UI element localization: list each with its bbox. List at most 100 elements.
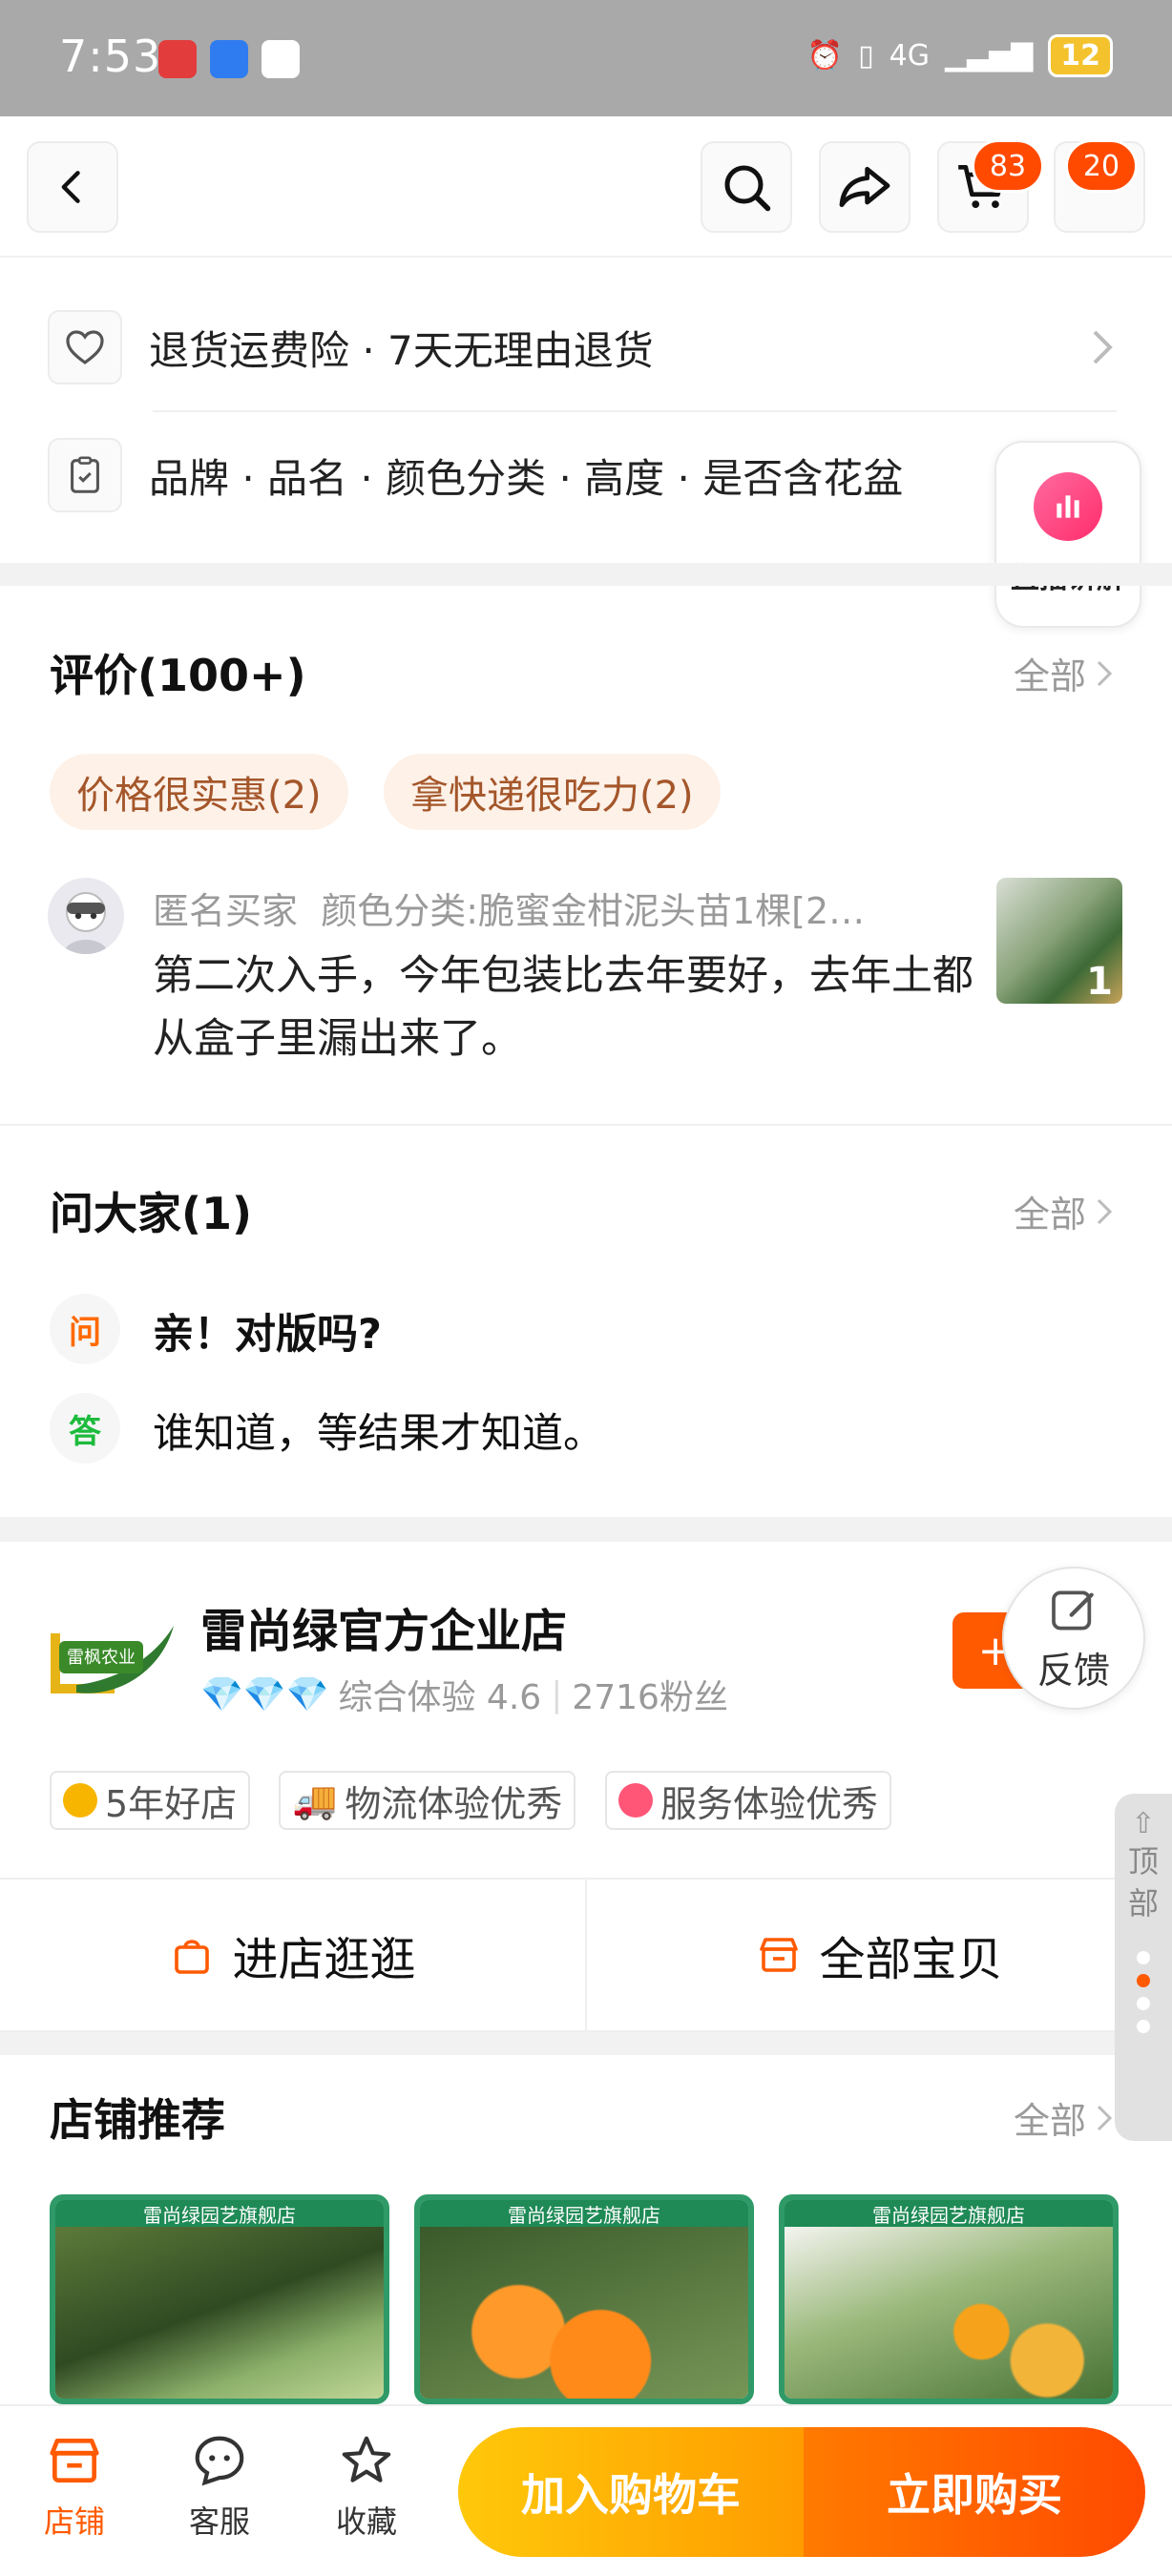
favorite-tab[interactable]: 收藏 [309, 2431, 424, 2542]
qa-all-label: 全部 [1013, 1194, 1086, 1236]
chat-face-icon [195, 2436, 244, 2486]
recommend-card-header: 雷尚绿园艺旗舰店 [55, 2200, 384, 2227]
return-service-row[interactable]: 退货运费险 · 7天无理由退货 [48, 301, 1117, 393]
feedback-label: 反馈 [1036, 1649, 1110, 1692]
product-image [55, 2227, 384, 2399]
product-image [420, 2227, 748, 2399]
store-meta: 💎💎💎 综合体验 4.6 | 2716粉丝 [200, 1670, 728, 1719]
notification-app-icon [158, 40, 197, 78]
store-logo-text: 雷枫农业 [67, 1648, 136, 1668]
arrow-up-icon: ⇧ [1131, 1807, 1156, 1840]
separator: | [551, 1674, 563, 1714]
divider [153, 410, 1117, 412]
reviews-title: 评价(100+) [50, 650, 306, 701]
live-bars-icon [1034, 472, 1102, 541]
review-text[interactable]: 第二次入手，今年包装比去年要好，去年土都从盒子里漏出来了。 [153, 945, 973, 1070]
params-text: 品牌 · 品名 · 颜色分类 · 高度 · 是否含花盆 [149, 454, 904, 502]
browser-icon [262, 40, 300, 78]
all-items-label: 全部宝贝 [819, 1933, 1003, 1986]
customer-service-label: 客服 [188, 2503, 250, 2540]
share-icon [839, 166, 890, 208]
alarm-icon: ⏰ [806, 39, 844, 73]
more-button[interactable]: 20 [1054, 139, 1145, 233]
share-button[interactable] [819, 141, 910, 233]
store-badge-label: 服务体验优秀 [660, 1782, 879, 1825]
chevron-right-icon [1097, 2105, 1113, 2130]
recommend-item[interactable]: 雷尚绿园艺旗舰店 [779, 2194, 1119, 2404]
page-indicator [1137, 1951, 1150, 2033]
section-gap [0, 563, 1172, 586]
product-image [785, 2227, 1113, 2399]
store-badge-label: 5年好店 [105, 1782, 238, 1825]
status-indicators: ⏰ ▯ 4G ▁▃▅▇ 12 [807, 34, 1113, 77]
params-row[interactable]: 品牌 · 品名 · 颜色分类 · 高度 · 是否含花盆 [48, 429, 1117, 521]
store-badge: 服务体验优秀 [605, 1771, 892, 1830]
store-logo[interactable]: 雷枫农业 [48, 1593, 181, 1708]
truck-icon: 🚚 [292, 1778, 338, 1821]
enter-store-button[interactable]: 进店逛逛 [0, 1880, 585, 2030]
cart-badge: 83 [972, 139, 1044, 193]
battery-indicator: 12 [1048, 34, 1113, 77]
store-badge: 🚚 物流体验优秀 [279, 1771, 576, 1830]
qa-answer[interactable]: 谁知道，等结果才知道。 [153, 1401, 604, 1460]
section-gap [0, 1517, 1172, 1542]
store-actions: 进店逛逛 全部宝贝 [0, 1878, 1172, 2032]
review-image[interactable]: 1 [996, 878, 1122, 1004]
qa-all-link[interactable]: 全部 [1014, 1185, 1113, 1237]
cart-button[interactable]: 83 [937, 139, 1044, 233]
back-to-top-button[interactable]: ⇧ 顶部 [1115, 1794, 1172, 2141]
customer-service-tab[interactable]: 客服 [162, 2431, 277, 2542]
store-name[interactable]: 雷尚绿官方企业店 [200, 1593, 567, 1660]
heart-icon [48, 310, 122, 384]
shop-tab[interactable]: 店铺 [17, 2431, 132, 2542]
recommend-all-link[interactable]: 全部 [1014, 2091, 1113, 2144]
service-icon [618, 1783, 653, 1818]
shop-tab-label: 店铺 [43, 2503, 105, 2540]
reviews-all-link[interactable]: 全部 [1014, 647, 1113, 699]
top-nav: 83 20 [0, 116, 1172, 258]
feedback-button[interactable]: 反馈 [1002, 1567, 1145, 1710]
review-image-count: 1 [1086, 960, 1113, 1004]
page-dot [1137, 1951, 1150, 1964]
vibrate-icon: ▯ [858, 39, 874, 73]
recommend-item[interactable]: 雷尚绿园艺旗舰店 [50, 2194, 389, 2404]
star-icon [342, 2436, 391, 2483]
diamond-icon: 💎💎💎 [200, 1675, 329, 1714]
store-fans: 2716粉丝 [572, 1678, 728, 1717]
status-bar: 7:53 ⏰ ▯ 4G ▁▃▅▇ 12 [0, 0, 1172, 116]
question-badge: 问 [50, 1294, 120, 1364]
back-to-top-label: 顶部 [1127, 1843, 1159, 1922]
qa-question[interactable]: 亲！对版吗? [153, 1301, 382, 1361]
search-button[interactable] [701, 141, 792, 233]
chevron-right-icon [1093, 330, 1113, 364]
page-dot [1137, 2020, 1150, 2033]
search-icon [724, 165, 771, 212]
bottom-bar: 店铺 客服 收藏 加入购物车 立即购买 [0, 2404, 1172, 2576]
answer-badge: 答 [50, 1393, 120, 1464]
shopping-bag-icon [175, 1940, 210, 1974]
chevron-right-icon [1097, 1198, 1113, 1224]
message-badge: 20 [1065, 139, 1138, 193]
review-username: 匿名买家 [153, 890, 299, 932]
status-app-icons [158, 40, 300, 78]
return-service-text: 退货运费险 · 7天无理由退货 [149, 326, 654, 374]
all-items-button[interactable]: 全部宝贝 [585, 1880, 1172, 2030]
add-to-cart-button[interactable]: 加入购物车 [458, 2427, 804, 2557]
live-explain-button[interactable]: 直播讲解 [994, 441, 1141, 628]
enter-store-label: 进店逛逛 [232, 1933, 416, 1986]
network-label: 4G [889, 39, 930, 73]
reviews-all-label: 全部 [1013, 655, 1086, 697]
back-button[interactable] [27, 141, 118, 233]
signal-icon: ▁▃▅▇ [944, 39, 1034, 73]
clipboard-icon [48, 438, 122, 512]
medal-icon [63, 1783, 97, 1818]
review-tag[interactable]: 价格很实惠(2) [50, 754, 348, 830]
review-tag[interactable]: 拿快递很吃力(2) [384, 754, 721, 830]
recommend-all-label: 全部 [1013, 2100, 1086, 2142]
review-user-line: 匿名买家 颜色分类:脆蜜金柑泥头苗1棵[2… [153, 882, 945, 934]
qa-title: 问大家(1) [50, 1188, 253, 1239]
recommend-item[interactable]: 雷尚绿园艺旗舰店 [414, 2194, 754, 2404]
buy-now-button[interactable]: 立即购买 [804, 2427, 1145, 2557]
edit-icon [1052, 1589, 1094, 1631]
recommend-title: 店铺推荐 [50, 2094, 225, 2146]
